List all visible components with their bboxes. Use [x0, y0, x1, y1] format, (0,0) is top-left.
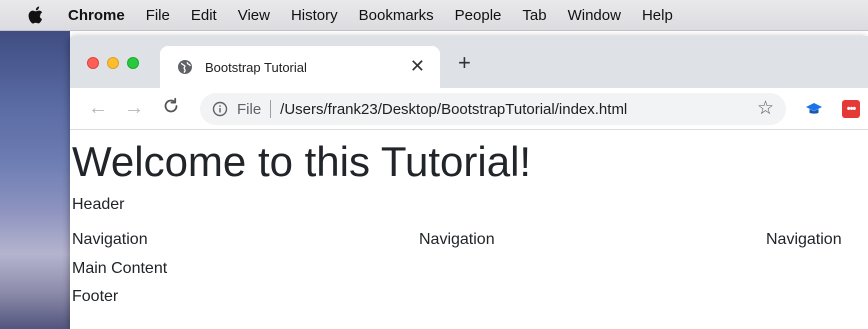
site-info-icon[interactable] — [212, 101, 228, 117]
tab-strip: Bootstrap Tutorial ✕ + — [70, 36, 868, 88]
menu-app-chrome[interactable]: Chrome — [68, 7, 125, 24]
menu-help[interactable]: Help — [642, 7, 673, 24]
globe-icon — [177, 59, 193, 75]
red-extension-icon[interactable]: ••• — [842, 100, 860, 118]
menu-file[interactable]: File — [146, 7, 170, 24]
menu-edit[interactable]: Edit — [191, 7, 217, 24]
menu-history[interactable]: History — [291, 7, 338, 24]
tab-close-icon[interactable]: ✕ — [410, 57, 425, 75]
browser-toolbar: ← → File /Users/frank23/Desktop/Bootstra… — [70, 88, 868, 130]
menu-tab[interactable]: Tab — [522, 7, 546, 24]
footer-text: Footer — [72, 288, 119, 305]
menu-bookmarks[interactable]: Bookmarks — [359, 7, 434, 24]
zoom-window-button[interactable] — [127, 57, 139, 69]
reload-icon[interactable] — [162, 97, 180, 119]
header-text: Header — [72, 196, 125, 213]
graduation-cap-extension-icon[interactable] — [806, 101, 822, 117]
address-bar[interactable]: File /Users/frank23/Desktop/BootstrapTut… — [200, 93, 786, 125]
menu-window[interactable]: Window — [568, 7, 621, 24]
back-arrow-icon[interactable]: ← — [88, 98, 108, 118]
apple-menu-icon[interactable] — [28, 6, 50, 24]
desktop-background — [0, 31, 70, 329]
menu-people[interactable]: People — [455, 7, 502, 24]
address-separator — [270, 100, 272, 118]
url-text[interactable]: /Users/frank23/Desktop/BootstrapTutorial… — [280, 101, 627, 118]
bookmark-star-icon[interactable]: ☆ — [757, 99, 774, 118]
menu-view[interactable]: View — [238, 7, 270, 24]
menu-bar: Chrome File Edit View History Bookmarks … — [0, 0, 868, 31]
navigation-row: Navigation Navigation Navigation — [72, 230, 854, 250]
navigation-column-2: Navigation — [419, 231, 495, 248]
close-window-button[interactable] — [87, 57, 99, 69]
url-scheme-label: File — [237, 100, 262, 118]
browser-window: Bootstrap Tutorial ✕ + ← → File /Users/f… — [70, 36, 868, 329]
tab-bootstrap-tutorial[interactable]: Bootstrap Tutorial ✕ — [160, 46, 440, 88]
main-content-text: Main Content — [72, 260, 168, 277]
page-heading: Welcome to this Tutorial! — [72, 138, 532, 185]
navigation-column-1: Navigation — [72, 231, 148, 248]
page-content: Welcome to this Tutorial! Header Navigat… — [70, 130, 868, 329]
new-tab-button[interactable]: + — [458, 52, 471, 74]
minimize-window-button[interactable] — [107, 57, 119, 69]
tab-title: Bootstrap Tutorial — [205, 59, 307, 75]
navigation-column-3: Navigation — [766, 231, 842, 248]
forward-arrow-icon[interactable]: → — [124, 98, 144, 118]
